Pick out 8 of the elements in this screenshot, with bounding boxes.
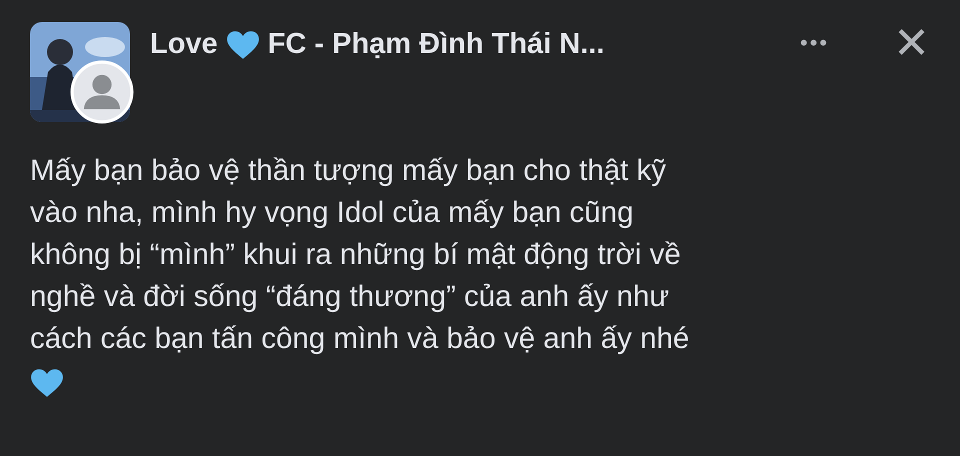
heart-icon bbox=[30, 368, 64, 398]
post-text: Mấy bạn bảo vệ thần tượng mấy bạn cho thật kỹ vào nha, mình hy vọng Idol của mấy bạn cũng không bị “mình” khui ra những bí mật động trời về nghề và đời sống “đáng thương” của anh ấy như cách các bạn tấn công mình và bảo vệ anh ấy nhé bbox=[30, 153, 690, 357]
profile-avatar-icon[interactable] bbox=[70, 60, 134, 124]
heart-icon bbox=[226, 30, 260, 60]
close-button[interactable]: ✕ bbox=[893, 22, 930, 66]
group-name[interactable]: FC - Phạm Đình Thái N... bbox=[268, 28, 604, 61]
group-name[interactable]: Love bbox=[150, 28, 218, 61]
more-button[interactable]: ••• bbox=[796, 30, 834, 56]
